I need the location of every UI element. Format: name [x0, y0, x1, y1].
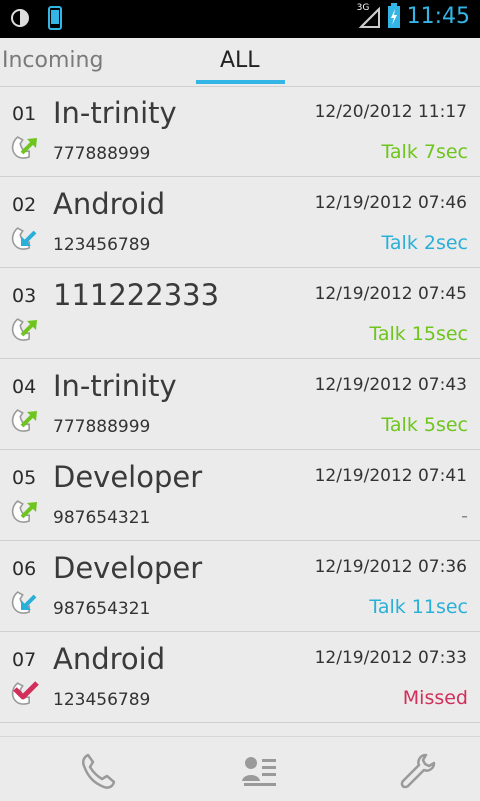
call-datetime: 12/20/2012 11:17 [314, 102, 467, 122]
caller-name: Developer [53, 551, 203, 585]
call-datetime: 12/19/2012 07:41 [314, 466, 467, 486]
bottom-toolbar [0, 736, 480, 801]
caller-name: In-trinity [53, 96, 177, 130]
row-index: 05 [12, 467, 37, 489]
call-status: Talk 15sec [369, 323, 468, 345]
phone-number: 777888999 [53, 417, 151, 437]
signal-icon [358, 6, 380, 28]
outgoing-call-icon [9, 133, 41, 165]
call-log-row[interactable]: 05 Developer 12/19/2012 07:41 987654321 … [0, 450, 480, 541]
incoming-call-icon [9, 224, 41, 256]
call-datetime: 12/19/2012 07:45 [314, 284, 467, 304]
phone-number: 987654321 [53, 599, 151, 619]
brightness-icon [11, 9, 29, 27]
row-index: 04 [12, 376, 37, 398]
row-index: 01 [12, 103, 37, 125]
call-status: Missed [402, 687, 468, 709]
call-datetime: 12/19/2012 07:46 [314, 193, 467, 213]
row-index: 07 [12, 649, 37, 671]
call-log-row[interactable]: 03 111222333 12/19/2012 07:45 Talk 15sec [0, 268, 480, 359]
outgoing-call-icon [9, 497, 41, 529]
phone-icon[interactable] [78, 751, 118, 791]
clock: 11:45 [406, 3, 470, 29]
row-index: 06 [12, 558, 37, 580]
call-log-row[interactable]: 04 In-trinity 12/19/2012 07:43 777888999… [0, 359, 480, 450]
row-index: 02 [12, 194, 37, 216]
phone-number: 987654321 [53, 508, 151, 528]
call-status: - [461, 505, 468, 527]
row-index: 03 [12, 285, 37, 307]
call-log-row[interactable]: 07 Android 12/19/2012 07:33 123456789 Mi… [0, 632, 480, 723]
phone-device-icon [48, 6, 62, 30]
active-tab-indicator [196, 80, 285, 84]
status-bar: 3G 11:45 [0, 0, 480, 38]
phone-number: 123456789 [53, 690, 151, 710]
phone-number: 777888999 [53, 144, 151, 164]
call-status: Talk 7sec [381, 141, 468, 163]
call-log-list[interactable]: 01 In-trinity 12/20/2012 11:17 777888999… [0, 86, 480, 736]
caller-name: Android [53, 187, 166, 221]
caller-name: Android [53, 642, 166, 676]
call-log-row[interactable]: 01 In-trinity 12/20/2012 11:17 777888999… [0, 86, 480, 177]
call-datetime: 12/19/2012 07:43 [314, 375, 467, 395]
caller-name: In-trinity [53, 369, 177, 403]
call-status: Talk 2sec [381, 232, 468, 254]
contacts-icon[interactable] [240, 751, 280, 791]
settings-wrench-icon[interactable] [398, 751, 438, 791]
call-log-row[interactable]: 06 Developer 12/19/2012 07:36 987654321 … [0, 541, 480, 632]
tab-incoming[interactable]: Incoming [2, 38, 103, 84]
outgoing-call-icon [9, 315, 41, 347]
battery-charging-icon [387, 3, 400, 28]
call-datetime: 12/19/2012 07:33 [314, 648, 467, 668]
call-datetime: 12/19/2012 07:36 [314, 557, 467, 577]
incoming-call-icon [9, 588, 41, 620]
call-log-row[interactable]: 02 Android 12/19/2012 07:46 123456789 Ta… [0, 177, 480, 268]
phone-number: 123456789 [53, 235, 151, 255]
caller-name: 111222333 [53, 278, 220, 312]
call-status: Talk 11sec [369, 596, 468, 618]
caller-name: Developer [53, 460, 203, 494]
missed-call-icon [9, 679, 41, 711]
tab-all[interactable]: ALL [220, 38, 260, 84]
call-status: Talk 5sec [381, 414, 468, 436]
outgoing-call-icon [9, 406, 41, 438]
